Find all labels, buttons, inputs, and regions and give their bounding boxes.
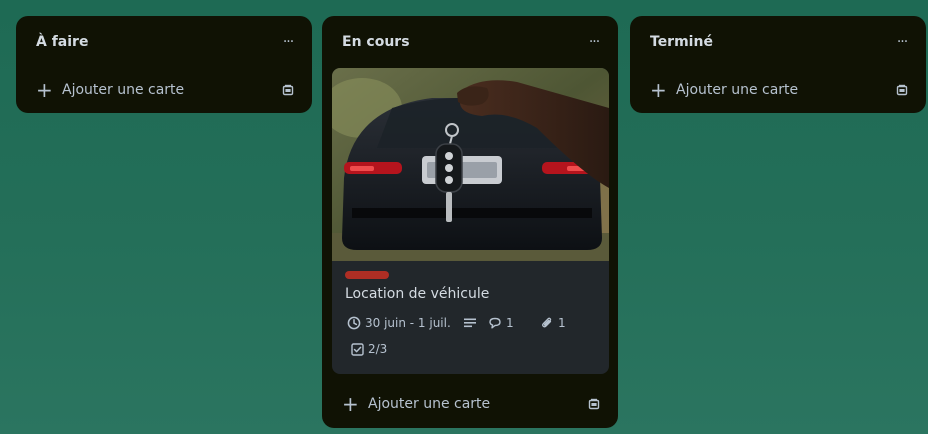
list-footer: + Ajouter une carte bbox=[630, 68, 926, 112]
plus-icon: + bbox=[36, 78, 53, 102]
list-header: En cours ··· bbox=[322, 16, 618, 68]
attachments-badge: 1 bbox=[540, 314, 566, 332]
clock-icon bbox=[347, 316, 361, 330]
list-a-faire: À faire ··· + Ajouter une carte bbox=[16, 16, 312, 113]
create-from-template-button[interactable] bbox=[894, 82, 910, 98]
list-title[interactable]: En cours bbox=[342, 34, 410, 50]
card-title: Location de véhicule bbox=[345, 286, 490, 302]
add-card-button[interactable]: + Ajouter une carte bbox=[26, 74, 266, 106]
checklist-icon bbox=[351, 342, 364, 356]
due-date-text: 30 juin - 1 juil. bbox=[365, 316, 451, 330]
list-footer: + Ajouter une carte bbox=[322, 382, 618, 426]
more-horizontal-icon: ··· bbox=[282, 34, 294, 50]
list-en-cours: En cours ··· Location de véhicule 30 jui… bbox=[322, 16, 618, 428]
create-from-template-button[interactable] bbox=[280, 82, 296, 98]
card-location-vehicule[interactable]: Location de véhicule 30 juin - 1 juil. 1… bbox=[332, 68, 609, 374]
create-from-template-button[interactable] bbox=[586, 396, 602, 412]
list-menu-button[interactable]: ··· bbox=[580, 28, 608, 56]
list-header: Terminé ··· bbox=[630, 16, 926, 68]
checklist-progress: 2/3 bbox=[368, 342, 388, 356]
board: À faire ··· + Ajouter une carte En cours bbox=[0, 0, 928, 434]
plus-icon: + bbox=[650, 78, 667, 102]
due-date-badge[interactable]: 30 juin - 1 juil. bbox=[347, 314, 451, 332]
card-badges: 30 juin - 1 juil. 1 1 2/3 bbox=[345, 314, 605, 362]
add-card-button[interactable]: + Ajouter une carte bbox=[332, 388, 572, 420]
list-title[interactable]: Terminé bbox=[650, 34, 713, 50]
card-label-red[interactable] bbox=[345, 271, 389, 279]
card-cover-image bbox=[332, 68, 609, 261]
card-template-icon bbox=[282, 84, 294, 96]
card-template-icon bbox=[896, 84, 908, 96]
comments-badge: 1 bbox=[488, 314, 514, 332]
attachments-count: 1 bbox=[558, 316, 566, 330]
add-card-label: Ajouter une carte bbox=[368, 396, 491, 412]
list-menu-button[interactable]: ··· bbox=[888, 28, 916, 56]
add-card-label: Ajouter une carte bbox=[62, 82, 185, 98]
add-card-button[interactable]: + Ajouter une carte bbox=[640, 74, 880, 106]
list-footer: + Ajouter une carte bbox=[16, 68, 312, 112]
list-title[interactable]: À faire bbox=[36, 34, 88, 50]
list-header: À faire ··· bbox=[16, 16, 312, 68]
list-menu-button[interactable]: ··· bbox=[274, 28, 302, 56]
description-lines-icon bbox=[464, 318, 476, 328]
more-horizontal-icon: ··· bbox=[588, 34, 600, 50]
plus-icon: + bbox=[342, 392, 359, 416]
card-template-icon bbox=[588, 398, 600, 410]
comment-icon bbox=[489, 317, 501, 329]
more-horizontal-icon: ··· bbox=[896, 34, 908, 50]
description-badge bbox=[463, 314, 477, 332]
add-card-label: Ajouter une carte bbox=[676, 82, 799, 98]
checklist-badge: 2/3 bbox=[351, 340, 387, 358]
list-termine: Terminé ··· + Ajouter une carte bbox=[630, 16, 926, 113]
comments-count: 1 bbox=[506, 316, 514, 330]
paperclip-icon bbox=[542, 317, 552, 328]
